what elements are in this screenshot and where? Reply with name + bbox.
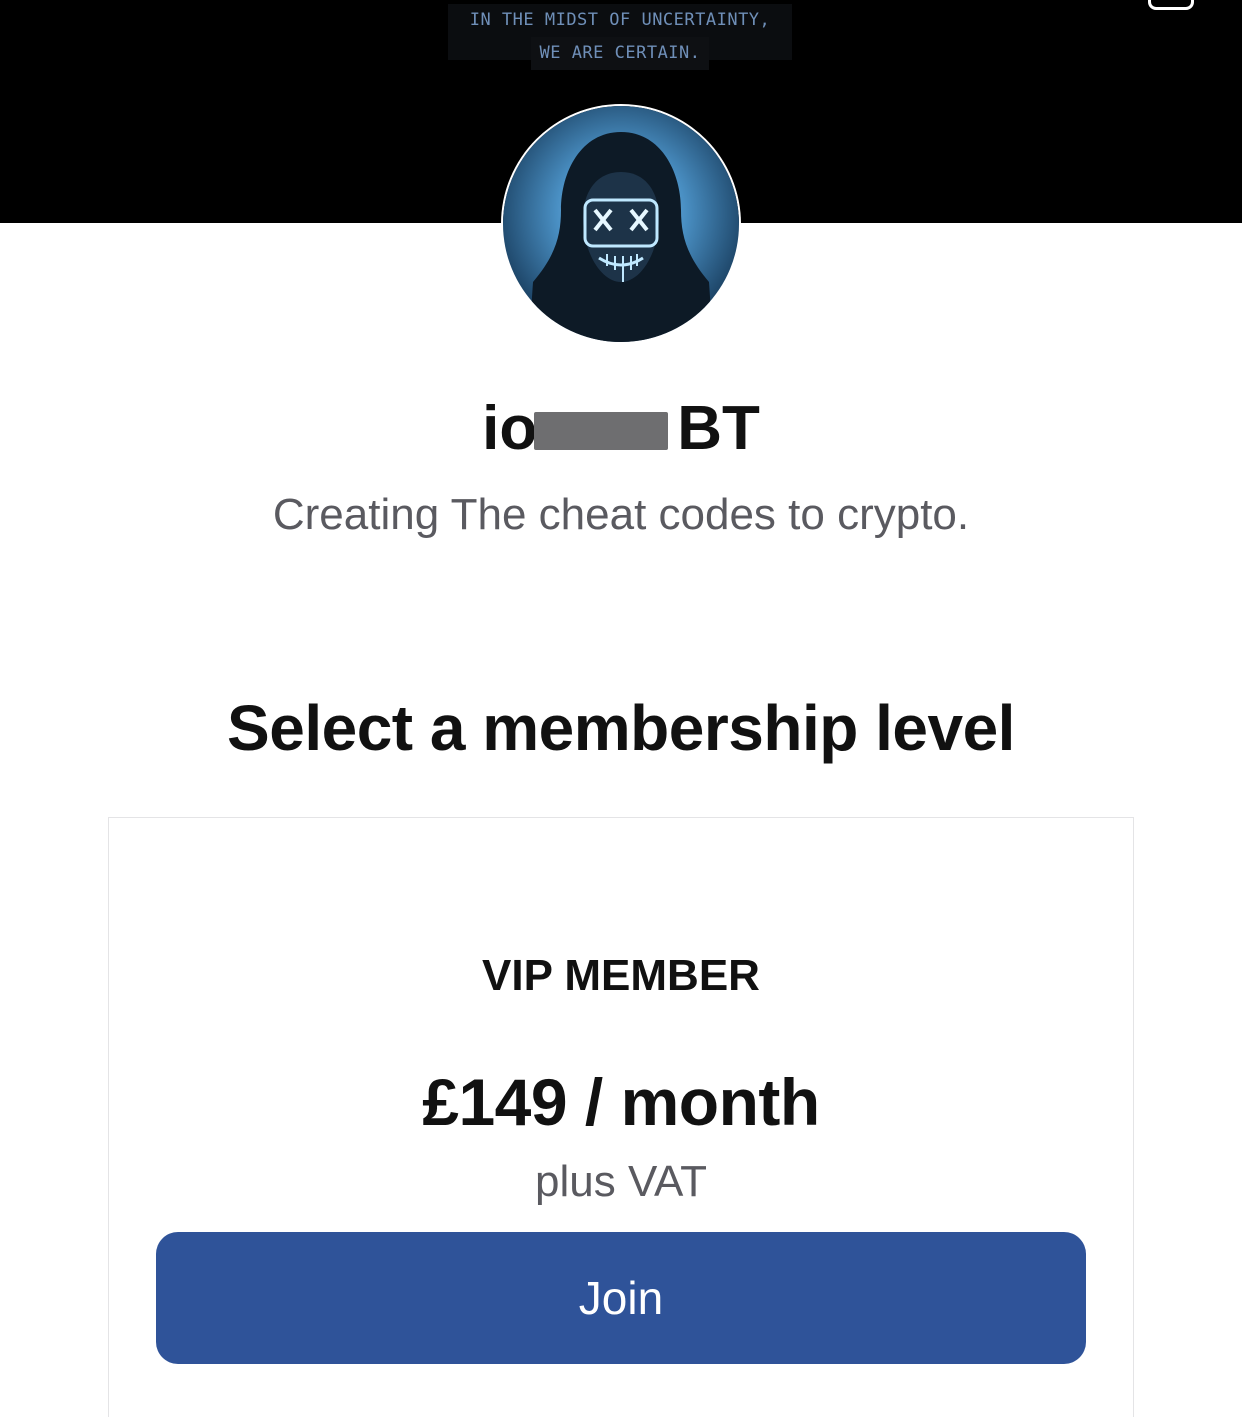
- creator-tagline: Creating The cheat codes to crypto.: [272, 490, 970, 539]
- tier-name: VIP MEMBER: [482, 951, 760, 1000]
- membership-section-title: Select a membership level: [227, 692, 1015, 764]
- creator-name-suffix: BT: [677, 394, 760, 463]
- creator-name: io BT: [0, 392, 1242, 466]
- redaction-bar: [534, 412, 669, 450]
- menu-icon[interactable]: [1148, 0, 1194, 10]
- tier-tax-note: plus VAT: [535, 1157, 707, 1206]
- banner-quote-line-1: IN THE MIDST OF UNCERTAINTY,: [469, 10, 771, 30]
- hooded-mask-avatar-image: [503, 106, 739, 342]
- join-button[interactable]: Join: [156, 1232, 1086, 1364]
- banner-quote: IN THE MIDST OF UNCERTAINTY, WE ARE CERT…: [448, 4, 792, 70]
- tier-price: £149 / month: [422, 1065, 820, 1139]
- membership-tier-card: VIP MEMBER £149 / month plus VAT Join: [108, 817, 1134, 1417]
- creator-name-prefix: io: [482, 394, 538, 463]
- creator-avatar: [503, 106, 739, 342]
- banner-quote-line-2: WE ARE CERTAIN.: [531, 37, 709, 70]
